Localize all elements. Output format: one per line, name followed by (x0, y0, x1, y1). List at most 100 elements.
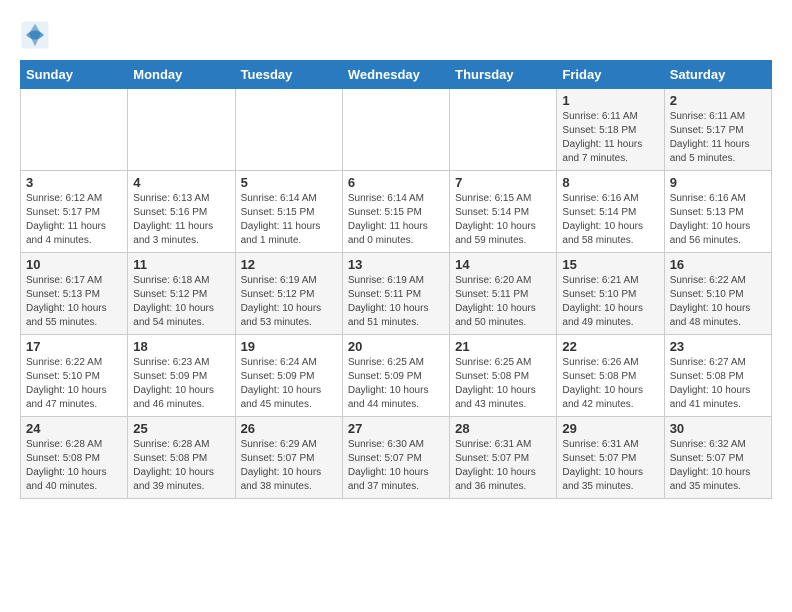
day-number: 12 (241, 257, 337, 272)
day-cell: 20Sunrise: 6:25 AM Sunset: 5:09 PM Dayli… (342, 335, 449, 417)
week-row: 10 Sunrise: 6:17 AM Sunset: 5:13 PM Dayli… (21, 253, 772, 335)
day-cell: 27 Sunrise: 6:30 AM Sunset: 5:07 PM Dayli… (342, 417, 449, 499)
day-number: 24 (26, 421, 122, 436)
day-cell: 5Sunrise: 6:14 AM Sunset: 5:15 PM Daylig… (235, 171, 342, 253)
day-number: 27 (348, 421, 444, 436)
day-info: Sunrise: 6:21 AM Sunset: 5:10 PM Dayligh… (562, 274, 658, 330)
day-number: 29 (562, 421, 658, 436)
day-info: Sunrise: 6:25 AM Sunset: 5:08 PM Dayligh… (455, 356, 551, 412)
day-cell: 14Sunrise: 6:20 AM Sunset: 5:11 PM Dayli… (450, 253, 557, 335)
day-number: 23 (670, 339, 766, 354)
day-info: Sunrise: 6:26 AM Sunset: 5:08 PM Dayligh… (562, 356, 658, 412)
day-info: Sunrise: 6:24 AM Sunset: 5:09 PM Dayligh… (241, 356, 337, 412)
col-header-tuesday: Tuesday (235, 61, 342, 89)
day-info: Sunrise: 6:14 AM Sunset: 5:15 PM Dayligh… (348, 192, 444, 248)
day-number: 30 (670, 421, 766, 436)
day-cell (342, 89, 449, 171)
day-info: Sunrise: 6:11 AM Sunset: 5:17 PM Dayligh… (670, 110, 766, 166)
week-row: 1Sunrise: 6:11 AM Sunset: 5:18 PM Daylig… (21, 89, 772, 171)
day-cell: 4 Sunrise: 6:13 AM Sunset: 5:16 PM Daylig… (128, 171, 235, 253)
day-cell: 25 Sunrise: 6:28 AM Sunset: 5:08 PM Dayli… (128, 417, 235, 499)
day-info: Sunrise: 6:32 AM Sunset: 5:07 PM Dayligh… (670, 438, 766, 494)
day-cell: 10 Sunrise: 6:17 AM Sunset: 5:13 PM Dayli… (21, 253, 128, 335)
col-header-sunday: Sunday (21, 61, 128, 89)
day-info: Sunrise: 6:12 AM Sunset: 5:17 PM Dayligh… (26, 192, 122, 248)
day-number: 8 (562, 175, 658, 190)
day-cell: 17 Sunrise: 6:22 AM Sunset: 5:10 PM Dayli… (21, 335, 128, 417)
day-number: 28 (455, 421, 551, 436)
day-number: 15 (562, 257, 658, 272)
day-info: Sunrise: 6:22 AM Sunset: 5:10 PM Dayligh… (26, 356, 122, 412)
calendar-table: SundayMondayTuesdayWednesdayThursdayFrid… (20, 60, 772, 499)
day-info: Sunrise: 6:29 AM Sunset: 5:07 PM Dayligh… (241, 438, 337, 494)
day-info: Sunrise: 6:31 AM Sunset: 5:07 PM Dayligh… (455, 438, 551, 494)
day-number: 10 (26, 257, 122, 272)
day-info: Sunrise: 6:19 AM Sunset: 5:11 PM Dayligh… (348, 274, 444, 330)
day-info: Sunrise: 6:16 AM Sunset: 5:13 PM Dayligh… (670, 192, 766, 248)
page-header (20, 20, 772, 50)
day-number: 9 (670, 175, 766, 190)
day-number: 3 (26, 175, 122, 190)
day-number: 2 (670, 93, 766, 108)
logo (20, 20, 54, 50)
week-row: 24 Sunrise: 6:28 AM Sunset: 5:08 PM Dayli… (21, 417, 772, 499)
day-cell: 9 Sunrise: 6:16 AM Sunset: 5:13 PM Daylig… (664, 171, 771, 253)
day-cell: 13 Sunrise: 6:19 AM Sunset: 5:11 PM Dayli… (342, 253, 449, 335)
day-cell: 28 Sunrise: 6:31 AM Sunset: 5:07 PM Dayli… (450, 417, 557, 499)
day-number: 20 (348, 339, 444, 354)
day-info: Sunrise: 6:31 AM Sunset: 5:07 PM Dayligh… (562, 438, 658, 494)
week-row: 3 Sunrise: 6:12 AM Sunset: 5:17 PM Daylig… (21, 171, 772, 253)
day-cell: 8 Sunrise: 6:16 AM Sunset: 5:14 PM Daylig… (557, 171, 664, 253)
day-info: Sunrise: 6:23 AM Sunset: 5:09 PM Dayligh… (133, 356, 229, 412)
col-header-monday: Monday (128, 61, 235, 89)
day-number: 17 (26, 339, 122, 354)
day-info: Sunrise: 6:28 AM Sunset: 5:08 PM Dayligh… (133, 438, 229, 494)
day-number: 11 (133, 257, 229, 272)
day-cell: 16 Sunrise: 6:22 AM Sunset: 5:10 PM Dayli… (664, 253, 771, 335)
day-cell: 6 Sunrise: 6:14 AM Sunset: 5:15 PM Daylig… (342, 171, 449, 253)
day-cell: 1Sunrise: 6:11 AM Sunset: 5:18 PM Daylig… (557, 89, 664, 171)
day-info: Sunrise: 6:17 AM Sunset: 5:13 PM Dayligh… (26, 274, 122, 330)
logo-icon (20, 20, 50, 50)
day-cell: 11 Sunrise: 6:18 AM Sunset: 5:12 PM Dayli… (128, 253, 235, 335)
day-info: Sunrise: 6:22 AM Sunset: 5:10 PM Dayligh… (670, 274, 766, 330)
day-cell: 15 Sunrise: 6:21 AM Sunset: 5:10 PM Dayli… (557, 253, 664, 335)
day-number: 13 (348, 257, 444, 272)
day-number: 16 (670, 257, 766, 272)
day-cell: 30 Sunrise: 6:32 AM Sunset: 5:07 PM Dayli… (664, 417, 771, 499)
day-number: 26 (241, 421, 337, 436)
day-number: 7 (455, 175, 551, 190)
day-cell: 21 Sunrise: 6:25 AM Sunset: 5:08 PM Dayli… (450, 335, 557, 417)
day-cell: 2 Sunrise: 6:11 AM Sunset: 5:17 PM Daylig… (664, 89, 771, 171)
day-cell (450, 89, 557, 171)
day-number: 21 (455, 339, 551, 354)
day-cell: 26 Sunrise: 6:29 AM Sunset: 5:07 PM Dayli… (235, 417, 342, 499)
day-number: 5 (241, 175, 337, 190)
day-info: Sunrise: 6:27 AM Sunset: 5:08 PM Dayligh… (670, 356, 766, 412)
day-cell (21, 89, 128, 171)
day-number: 22 (562, 339, 658, 354)
day-number: 4 (133, 175, 229, 190)
col-header-friday: Friday (557, 61, 664, 89)
col-header-saturday: Saturday (664, 61, 771, 89)
day-number: 19 (241, 339, 337, 354)
day-cell (128, 89, 235, 171)
day-number: 25 (133, 421, 229, 436)
day-info: Sunrise: 6:18 AM Sunset: 5:12 PM Dayligh… (133, 274, 229, 330)
col-header-thursday: Thursday (450, 61, 557, 89)
day-info: Sunrise: 6:11 AM Sunset: 5:18 PM Dayligh… (562, 110, 658, 166)
day-info: Sunrise: 6:28 AM Sunset: 5:08 PM Dayligh… (26, 438, 122, 494)
day-cell: 24 Sunrise: 6:28 AM Sunset: 5:08 PM Dayli… (21, 417, 128, 499)
day-number: 18 (133, 339, 229, 354)
week-row: 17 Sunrise: 6:22 AM Sunset: 5:10 PM Dayli… (21, 335, 772, 417)
day-cell: 18 Sunrise: 6:23 AM Sunset: 5:09 PM Dayli… (128, 335, 235, 417)
day-info: Sunrise: 6:20 AM Sunset: 5:11 PM Dayligh… (455, 274, 551, 330)
day-info: Sunrise: 6:16 AM Sunset: 5:14 PM Dayligh… (562, 192, 658, 248)
day-info: Sunrise: 6:19 AM Sunset: 5:12 PM Dayligh… (241, 274, 337, 330)
day-number: 6 (348, 175, 444, 190)
day-info: Sunrise: 6:30 AM Sunset: 5:07 PM Dayligh… (348, 438, 444, 494)
day-cell: 19 Sunrise: 6:24 AM Sunset: 5:09 PM Dayli… (235, 335, 342, 417)
day-info: Sunrise: 6:13 AM Sunset: 5:16 PM Dayligh… (133, 192, 229, 248)
col-header-wednesday: Wednesday (342, 61, 449, 89)
header-row: SundayMondayTuesdayWednesdayThursdayFrid… (21, 61, 772, 89)
